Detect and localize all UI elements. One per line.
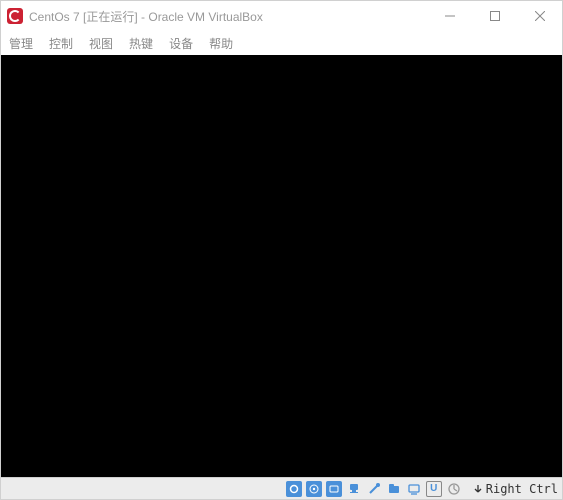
chevron-down-icon xyxy=(472,483,484,495)
display-icon[interactable] xyxy=(406,481,422,497)
window-title: CentOs 7 [正在运行] - Oracle VM VirtualBox xyxy=(29,8,427,25)
shared-folders-icon[interactable] xyxy=(386,481,402,497)
app-icon xyxy=(7,8,23,24)
statusbar: U Right Ctrl xyxy=(1,477,562,499)
window-controls xyxy=(427,1,562,31)
host-key-label: Right Ctrl xyxy=(486,482,558,496)
cpu-icon[interactable] xyxy=(446,481,462,497)
close-button[interactable] xyxy=(517,1,562,31)
audio-icon[interactable] xyxy=(326,481,342,497)
menu-view[interactable]: 视图 xyxy=(89,35,113,52)
minimize-button[interactable] xyxy=(427,1,472,31)
menu-manage[interactable]: 管理 xyxy=(9,35,33,52)
titlebar: CentOs 7 [正在运行] - Oracle VM VirtualBox xyxy=(1,1,562,31)
vm-display[interactable] xyxy=(1,55,562,477)
network-icon[interactable] xyxy=(346,481,362,497)
menu-help[interactable]: 帮助 xyxy=(209,35,233,52)
menu-devices[interactable]: 设备 xyxy=(169,35,193,52)
optical-drive-icon[interactable] xyxy=(306,481,322,497)
usb-icon[interactable] xyxy=(366,481,382,497)
host-key-indicator[interactable]: Right Ctrl xyxy=(472,482,558,496)
menu-control[interactable]: 控制 xyxy=(49,35,73,52)
menu-input[interactable]: 热键 xyxy=(129,35,153,52)
hard-disk-icon[interactable] xyxy=(286,481,302,497)
menubar: 管理 控制 视图 热键 设备 帮助 xyxy=(1,31,562,55)
recording-icon[interactable]: U xyxy=(426,481,442,497)
maximize-button[interactable] xyxy=(472,1,517,31)
